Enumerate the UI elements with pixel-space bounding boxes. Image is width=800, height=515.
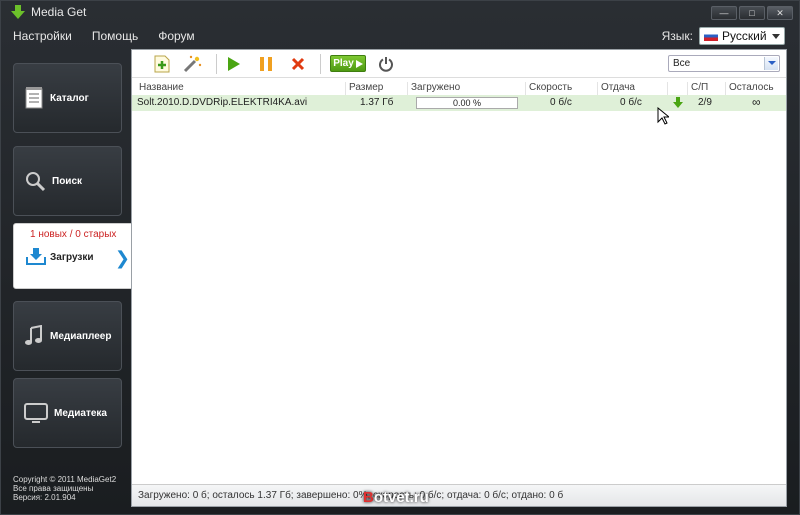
copyright-info: Copyright © 2011 MediaGet2 Все права защ… — [13, 475, 116, 502]
filter-dropdown[interactable]: Все — [668, 55, 780, 72]
peers-count: 2/9 — [698, 97, 712, 108]
upload-speed: 0 б/с — [620, 97, 642, 108]
language-selector: Язык: Русский — [662, 27, 785, 45]
table-row[interactable]: Solt.2010.D.DVDRip.ELEKTRI4KA.avi 1.37 Г… — [132, 95, 786, 111]
menu-help[interactable]: Помощь — [92, 29, 138, 43]
toolbar: Play Все — [132, 50, 786, 78]
app-window: Media Get — □ ✕ Настройки Помощь Форум Я… — [0, 0, 800, 515]
toolbar-separator — [320, 54, 321, 74]
chevron-right-icon: ❯ — [114, 248, 130, 268]
menu-bar: Настройки Помощь Форум — [13, 29, 195, 43]
minimize-button[interactable]: — — [711, 6, 737, 20]
filter-value: Все — [673, 58, 691, 69]
title-bar: Media Get — □ ✕ — [1, 1, 799, 23]
copyright-line: Copyright © 2011 MediaGet2 — [13, 475, 117, 484]
new-downloads-count: 1 новых / 0 старых — [30, 229, 117, 240]
wizard-button[interactable] — [182, 54, 202, 74]
menu-forum[interactable]: Форум — [158, 29, 194, 43]
maximize-button[interactable]: □ — [739, 6, 765, 20]
language-label: Язык: — [661, 29, 693, 43]
chevron-down-icon — [764, 57, 778, 70]
status-bar: Загружено: 0 б; осталось 1.37 Гб; заверш… — [132, 484, 786, 506]
download-arrow-icon — [673, 97, 683, 108]
start-button[interactable] — [224, 54, 244, 74]
sidebar-item-label: Каталог — [50, 92, 89, 104]
russia-flag-icon — [704, 31, 718, 41]
downloads-panel: Play Все Название Размер Загружено Скоро… — [131, 49, 787, 507]
sidebar-item-label: Поиск — [52, 175, 83, 187]
close-icon — [291, 57, 305, 71]
power-icon — [379, 57, 393, 72]
mediaget-logo-icon — [11, 5, 25, 19]
pause-icon — [260, 57, 272, 71]
file-name: Solt.2010.D.DVDRip.ELEKTRI4KA.avi — [137, 97, 308, 108]
watermark: Botvet.ru — [363, 489, 429, 506]
chevron-down-icon — [772, 34, 780, 39]
download-tray-icon — [26, 248, 46, 265]
sidebar-item-medialibrary[interactable]: Медиатека — [13, 378, 122, 448]
language-dropdown[interactable]: Русский — [699, 27, 785, 45]
power-button[interactable] — [376, 54, 396, 74]
window-title: Media Get — [31, 5, 87, 19]
column-upload[interactable]: Отдача — [598, 82, 668, 95]
sidebar-item-label: Медиатека — [54, 407, 107, 419]
sidebar-item-label: Медиаплеер — [50, 330, 112, 342]
column-status[interactable] — [668, 82, 688, 95]
add-file-icon — [154, 55, 170, 73]
window-controls: — □ ✕ — [711, 6, 793, 20]
progress-text: 0.00 % — [452, 98, 482, 108]
magic-wand-icon — [183, 55, 202, 73]
sidebar-item-mediaplayer[interactable]: Медиаплеер — [13, 301, 122, 371]
add-torrent-button[interactable] — [152, 54, 172, 74]
play-button-label: Play — [333, 58, 354, 69]
close-button[interactable]: ✕ — [767, 6, 793, 20]
language-value: Русский — [722, 29, 767, 43]
music-note-icon — [25, 325, 42, 345]
column-size[interactable]: Размер — [346, 82, 408, 95]
rights-line: Все права защищены — [13, 484, 94, 493]
play-icon — [355, 59, 363, 68]
download-speed: 0 б/с — [550, 97, 572, 108]
table-header: Название Размер Загружено Скорость Отдач… — [132, 80, 786, 95]
sidebar-item-search[interactable]: Поиск — [13, 146, 122, 216]
tv-icon — [24, 403, 48, 423]
menu-settings[interactable]: Настройки — [13, 29, 72, 43]
progress-bar: 0.00 % — [416, 97, 518, 109]
column-peers[interactable]: С/П — [688, 82, 726, 95]
watermark-rest: otvet.ru — [373, 489, 429, 506]
toolbar-separator — [216, 54, 217, 74]
status-text: Загружено: 0 б; осталось 1.37 Гб; заверш… — [138, 490, 564, 501]
sidebar-item-label: Загрузки — [50, 252, 94, 263]
search-icon — [26, 172, 46, 192]
version-line: Версия: 2.01.904 — [13, 493, 76, 502]
play-icon — [228, 57, 240, 71]
column-downloaded[interactable]: Загружено — [408, 82, 526, 95]
sidebar-item-catalog[interactable]: Каталог — [13, 63, 122, 133]
pause-button[interactable] — [256, 54, 276, 74]
play-media-button[interactable]: Play — [330, 55, 366, 72]
mouse-cursor-icon — [657, 107, 669, 125]
column-remaining[interactable]: Осталось — [726, 82, 784, 95]
column-speed[interactable]: Скорость — [526, 82, 598, 95]
column-name[interactable]: Название — [136, 82, 346, 95]
delete-button[interactable] — [288, 54, 308, 74]
file-size: 1.37 Гб — [360, 97, 394, 108]
catalog-icon — [25, 87, 43, 109]
watermark-prefix: B — [363, 489, 374, 506]
sidebar-item-downloads[interactable]: 1 новых / 0 старых Загрузки ❯ — [13, 223, 133, 289]
time-remaining: ∞ — [752, 95, 761, 109]
